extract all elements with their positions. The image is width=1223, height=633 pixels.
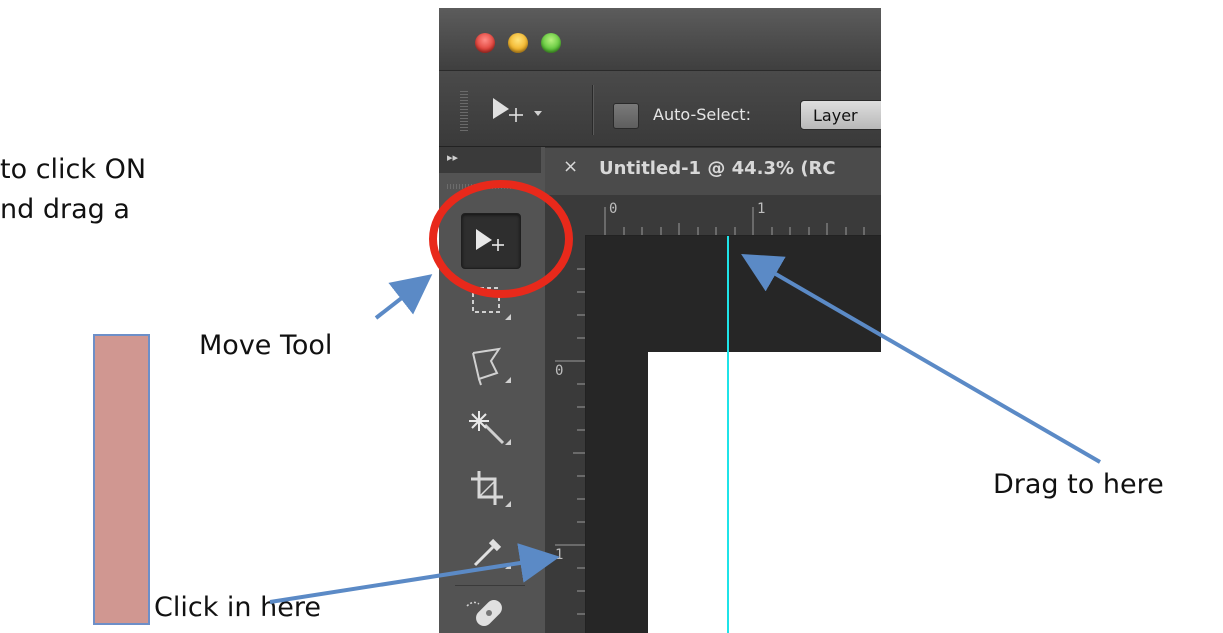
drag-to-here-arrow	[741, 253, 1102, 464]
move-tool-arrow	[374, 274, 433, 320]
annotation-arrows	[269, 253, 1102, 604]
click-in-here-arrow	[269, 543, 560, 604]
